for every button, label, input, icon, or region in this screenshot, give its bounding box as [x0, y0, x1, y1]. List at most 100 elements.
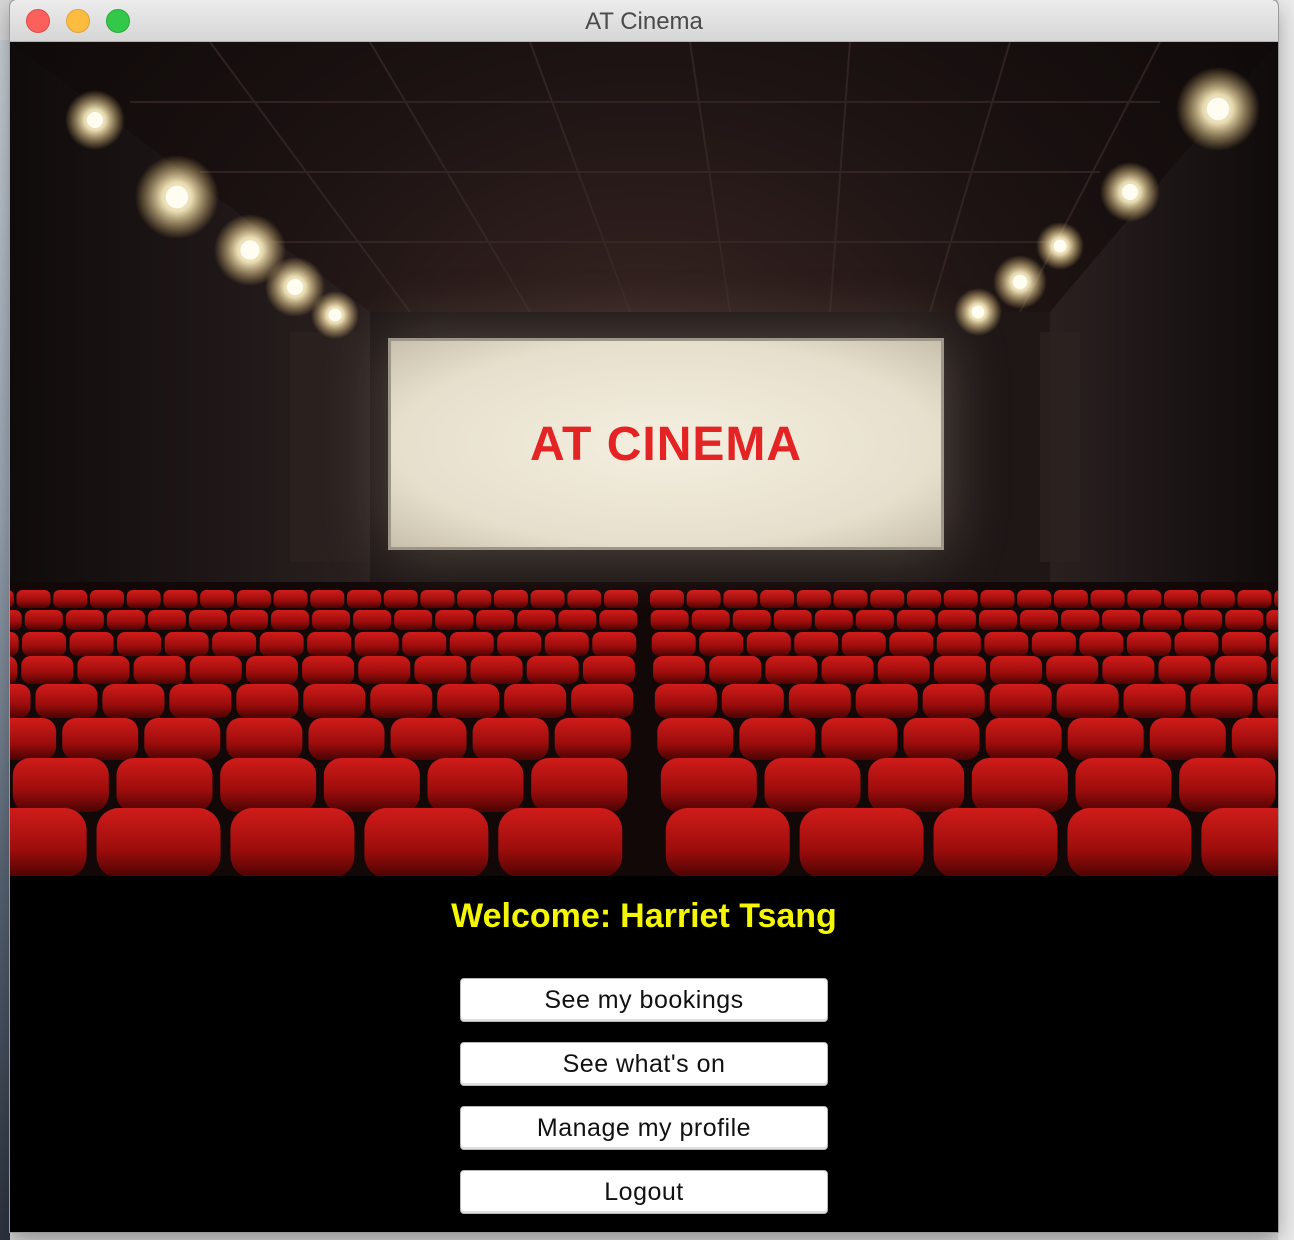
seat-shape — [117, 632, 162, 656]
seat-shape — [77, 656, 130, 684]
seat-shape — [936, 632, 981, 656]
seat-shape — [220, 758, 317, 812]
background-desktop-left — [0, 40, 10, 1240]
seat-shape — [1017, 590, 1052, 608]
seat-shape — [414, 656, 467, 684]
seat-shape — [709, 656, 762, 684]
user-name: Harriet Tsang — [620, 897, 837, 935]
seat-shape — [245, 656, 298, 684]
seat-shape — [69, 632, 114, 656]
seat-shape — [855, 684, 918, 718]
seat-shape — [133, 656, 186, 684]
seat-shape — [1200, 590, 1235, 608]
seat-shape — [24, 610, 63, 630]
seat-shape — [497, 632, 542, 656]
seat-shape — [653, 656, 706, 684]
seat-shape — [765, 656, 818, 684]
seat-shape — [358, 656, 411, 684]
cinema-screen: AT CINEMA — [388, 338, 944, 550]
background-desktop-right — [1278, 0, 1294, 1240]
seat-shape — [990, 656, 1043, 684]
seat-shape — [1190, 684, 1253, 718]
seat-shape — [691, 610, 730, 630]
seat-shape — [933, 808, 1058, 876]
seat-shape — [654, 684, 717, 718]
see-whats-on-button[interactable]: See what's on — [460, 1042, 828, 1086]
seat-shape — [200, 590, 235, 608]
seat-shape — [354, 632, 399, 656]
window-title: AT Cinema — [585, 8, 703, 35]
seat-shape — [53, 590, 88, 608]
seat-shape — [1143, 610, 1182, 630]
title-bar[interactable]: AT Cinema — [10, 0, 1278, 42]
ceiling-light-bulb — [165, 185, 189, 209]
seat-shape — [721, 684, 784, 718]
seat-shape — [353, 610, 392, 630]
seat-shape — [544, 632, 589, 656]
seat-shape — [164, 632, 209, 656]
seat-shape — [364, 808, 489, 876]
logout-button[interactable]: Logout — [460, 1170, 828, 1214]
seat-shape — [989, 684, 1052, 718]
seat-shape — [746, 632, 791, 656]
seat-shape — [943, 590, 978, 608]
seat-shape — [796, 590, 831, 608]
seat-shape — [1102, 610, 1141, 630]
seat-shape — [1158, 656, 1211, 684]
seat-shape — [530, 590, 565, 608]
seat-shape — [665, 808, 790, 876]
seat-shape — [504, 684, 567, 718]
ceiling-light-bulb — [87, 112, 103, 128]
seat-shape — [1201, 808, 1278, 876]
seat-shape — [1046, 656, 1099, 684]
seat-shape — [457, 590, 492, 608]
seat-shape — [903, 718, 980, 760]
ceiling-light-bulb — [1122, 184, 1138, 200]
manage-my-profile-button[interactable]: Manage my profile — [460, 1106, 828, 1150]
seat-shape — [12, 758, 109, 812]
seat-shape — [370, 684, 433, 718]
seat-shape — [472, 718, 549, 760]
seat-shape — [1231, 718, 1278, 760]
seat-shape — [1123, 684, 1186, 718]
seat-shape — [978, 610, 1017, 630]
welcome-message: Welcome: Harriet Tsang — [451, 896, 837, 936]
seat-shape — [937, 610, 976, 630]
seat-shape — [571, 684, 634, 718]
seat-shape — [236, 590, 271, 608]
seat-shape — [1237, 590, 1272, 608]
seat-shape — [62, 718, 139, 760]
seat-shape — [449, 632, 494, 656]
seat-shape — [271, 610, 310, 630]
ceiling-light-bulb — [240, 240, 260, 260]
seat-shape — [649, 590, 684, 608]
seat-shape — [1079, 632, 1124, 656]
seat-shape — [604, 590, 639, 608]
ceiling-light-bulb — [1053, 239, 1067, 253]
seat-shape — [599, 610, 638, 630]
seat-shape — [126, 590, 161, 608]
seat-shape — [760, 590, 795, 608]
seat-shape — [16, 590, 51, 608]
seat-shape — [437, 684, 500, 718]
seat-shape — [1184, 610, 1223, 630]
seat-shape — [1266, 610, 1278, 630]
see-my-bookings-button[interactable]: See my bookings — [460, 978, 828, 1022]
seat-shape — [147, 610, 186, 630]
seat-shape — [889, 632, 934, 656]
seat-shape — [35, 684, 98, 718]
seat-shape — [102, 684, 165, 718]
seat-shape — [814, 610, 853, 630]
seat-shape — [1221, 632, 1266, 656]
seat-shape — [773, 610, 812, 630]
seat-shape — [699, 632, 744, 656]
seat-shape — [1067, 718, 1144, 760]
seat-shape — [1056, 684, 1119, 718]
seat-shape — [394, 610, 433, 630]
seat-shape — [896, 610, 935, 630]
seat-shape — [390, 718, 467, 760]
seat-shape — [427, 758, 524, 812]
seat-shape — [868, 758, 965, 812]
seat-shape — [764, 758, 861, 812]
seat-shape — [312, 610, 351, 630]
